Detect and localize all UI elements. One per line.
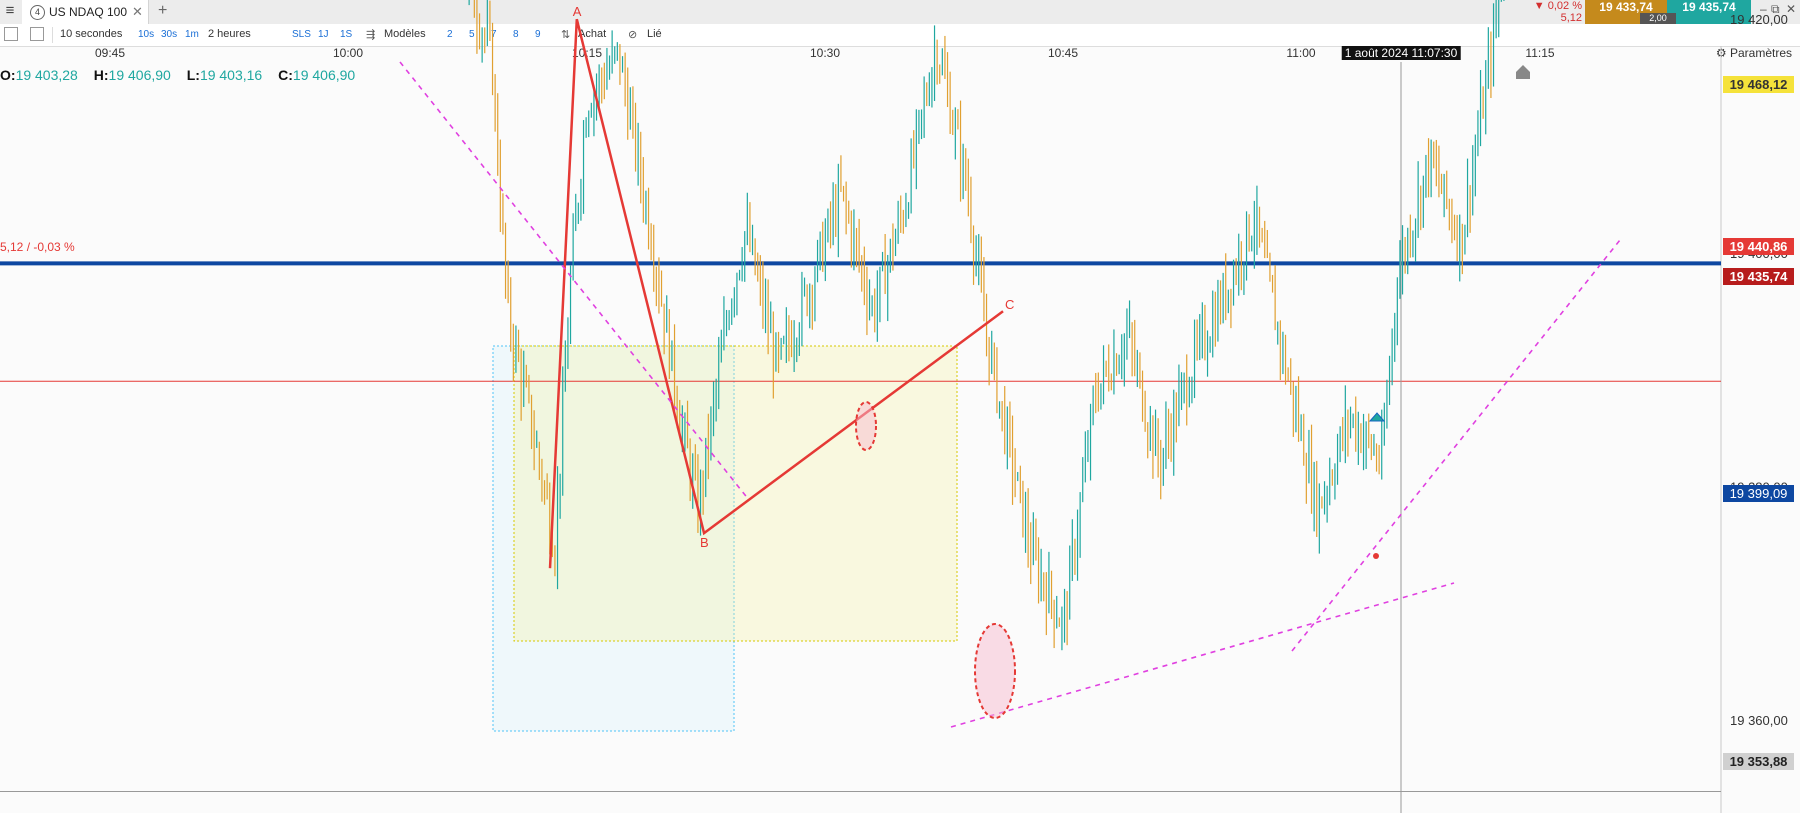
pattern-label: A: [573, 4, 582, 19]
last-price-label[interactable]: 19 435,74: [1723, 268, 1794, 285]
bottom-level-label[interactable]: 19 353,88: [1723, 753, 1794, 770]
change-line-label: 5,12 / -0,03 %: [0, 240, 75, 254]
price-tick: 19 420,00: [1730, 12, 1788, 27]
zone-rectangle: [513, 345, 958, 642]
red-dotted-level-label[interactable]: 19 440,86: [1723, 238, 1794, 255]
high-label: H:: [93, 67, 109, 83]
pattern-label: B: [700, 535, 709, 550]
price-chart[interactable]: 19 360,0019 380,0019 400,0019 420,0019 4…: [0, 0, 1800, 813]
low-label: L:: [186, 67, 200, 83]
blue-level-label[interactable]: 19 399,09: [1723, 485, 1794, 502]
open-label: O:: [0, 67, 16, 83]
open-value: 19 403,28: [15, 67, 78, 83]
price-tick: 19 360,00: [1730, 713, 1788, 728]
home-icon: [1516, 65, 1530, 79]
highlight-ellipse: [974, 623, 1016, 719]
close-label: C:: [278, 67, 293, 83]
yellow-level-label[interactable]: 19 468,12: [1723, 76, 1794, 93]
ohlc-readout: O:19 403,28 H:19 406,90 L:19 403,16 C:19…: [0, 67, 355, 83]
high-value: 19 406,90: [108, 67, 171, 83]
cursor-dot: [1373, 553, 1379, 559]
close-value: 19 406,90: [292, 67, 356, 83]
trendline: [1291, 239, 1621, 652]
pattern-label: C: [1005, 297, 1014, 312]
low-value: 19 403,16: [199, 67, 263, 83]
highlight-ellipse: [855, 401, 877, 451]
trendline: [950, 582, 1455, 728]
